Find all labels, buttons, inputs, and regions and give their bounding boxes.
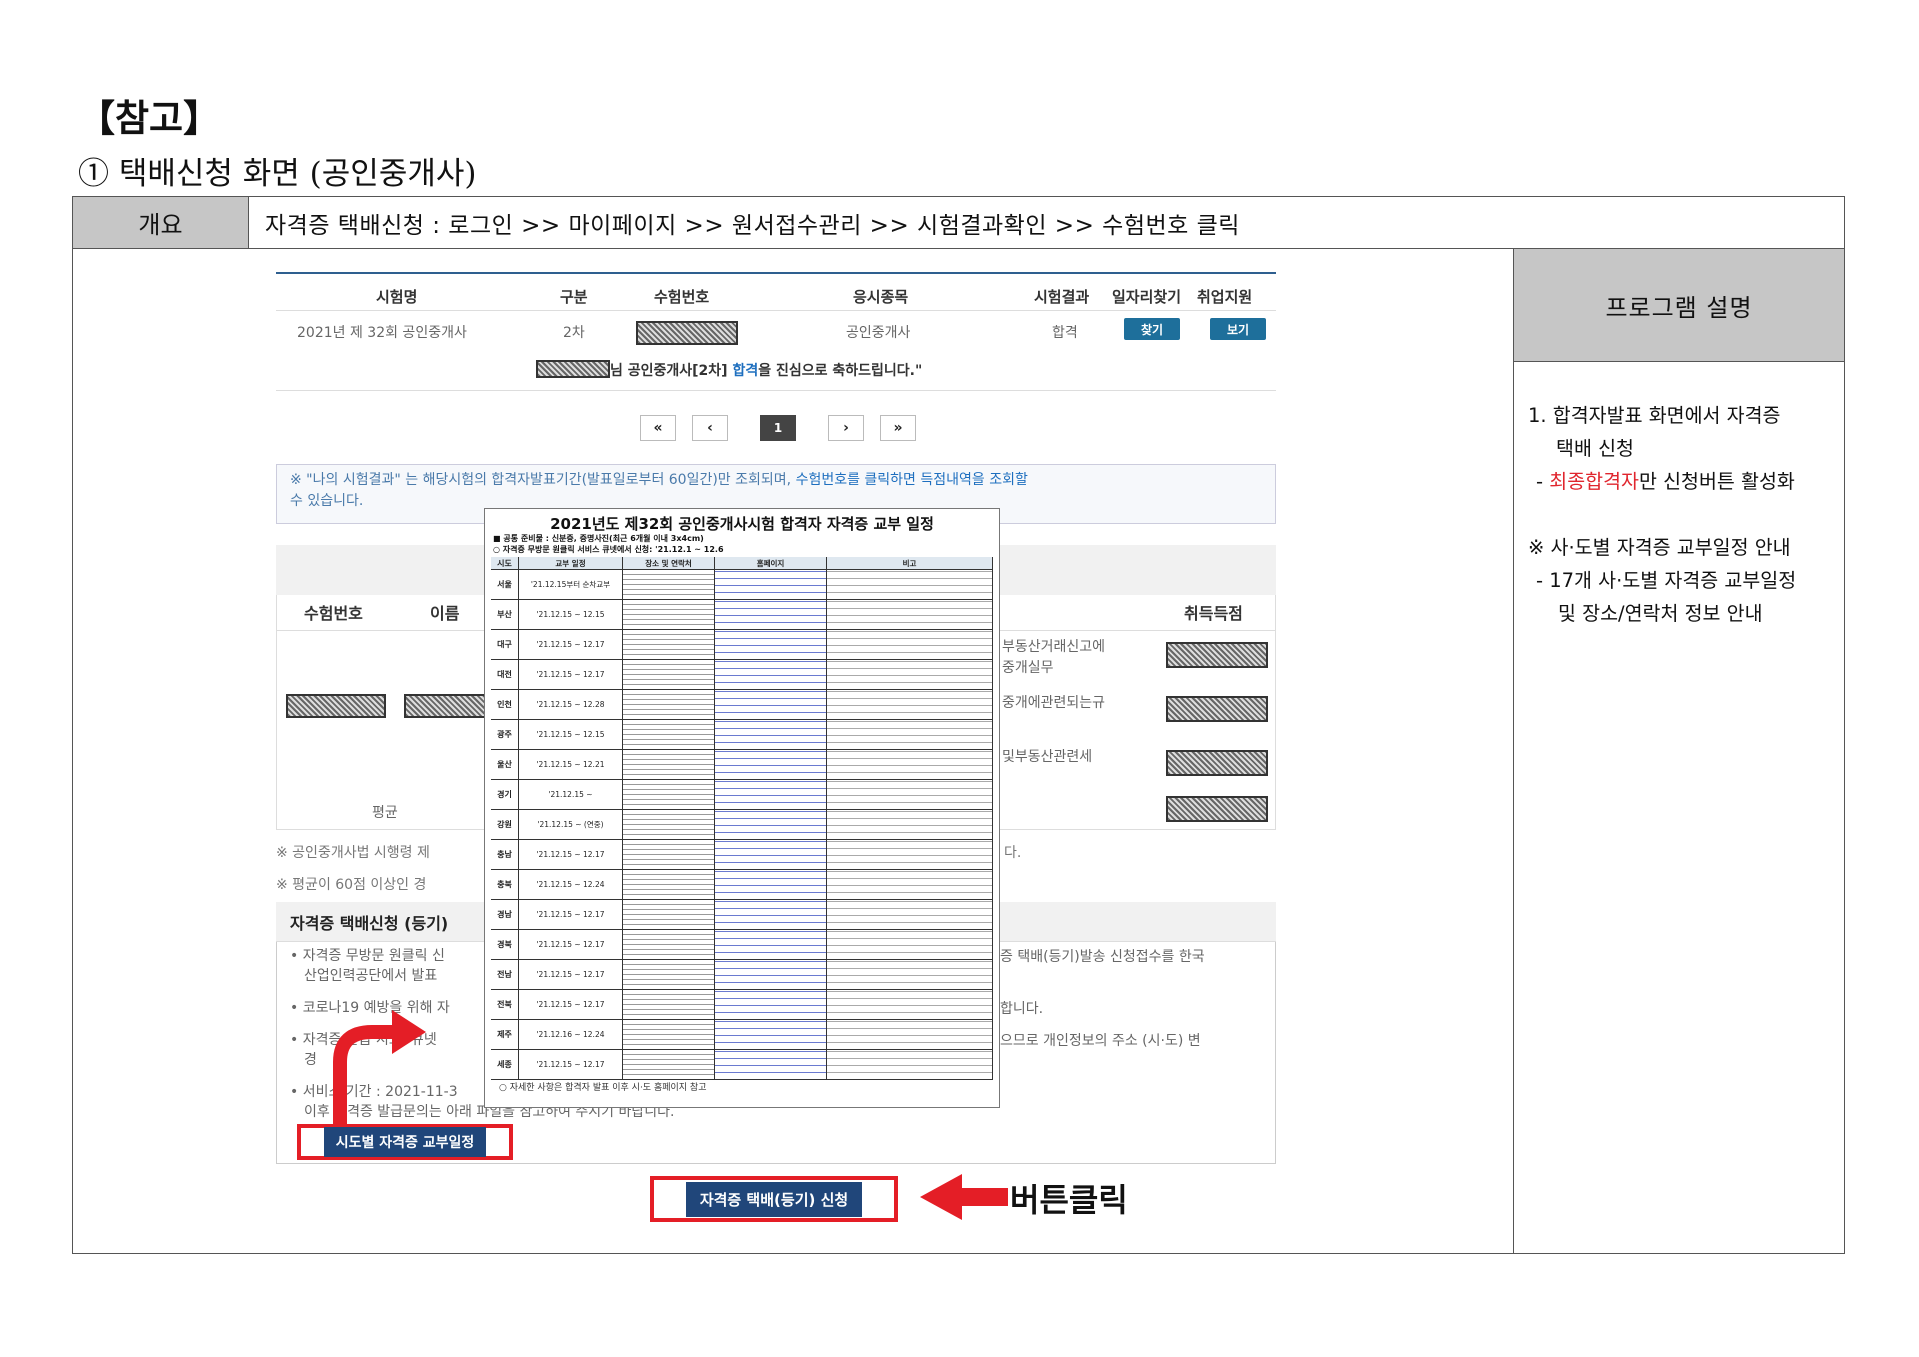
curved-arrow-head-icon [392, 1010, 426, 1054]
apply-shipping-label: 자격증 택배(등기) 신청 [685, 1181, 863, 1217]
left-arrow-head-icon [920, 1174, 962, 1220]
city-schedule-button[interactable]: 시도별 자격증 교부일정 [297, 1124, 513, 1160]
curved-arrow-icon [333, 1025, 394, 1124]
annotation-arrows [333, 1010, 1008, 1220]
left-arrow-shaft-icon [960, 1188, 1008, 1206]
apply-shipping-button[interactable]: 자격증 택배(등기) 신청 [650, 1176, 898, 1222]
button-click-label: 버튼클릭 [1010, 1181, 1128, 1219]
city-schedule-label: 시도별 자격증 교부일정 [323, 1127, 487, 1157]
